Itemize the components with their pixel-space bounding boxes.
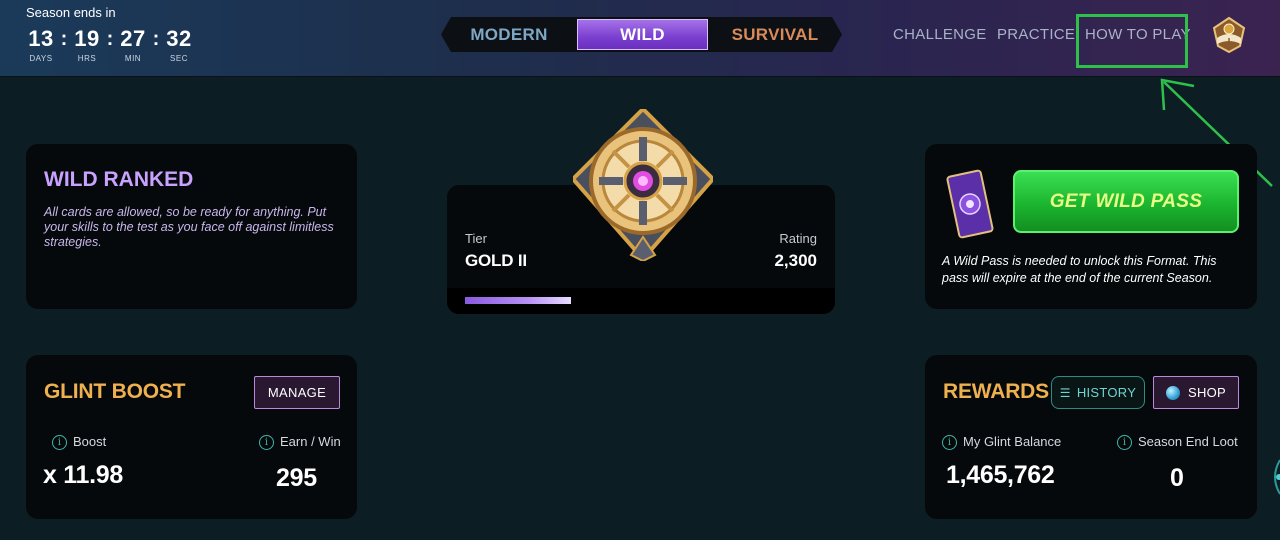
earn-per-win-value: 295 [276,464,317,492]
top-bar: Season ends in 13 DAYS : 19 HRS : 27 MIN… [0,0,1280,77]
tab-wild[interactable]: WILD [577,19,708,50]
side-decoration-icon [1274,459,1280,495]
annotation-highlight-box [1076,14,1188,68]
timer-days-value: 13 [28,26,54,51]
wild-pass-ticket-icon [946,169,994,239]
season-end-loot-value: 0 [1170,464,1184,492]
timer-minutes-label: MIN [124,54,142,63]
rewards-title: REWARDS [943,380,1049,403]
shop-button[interactable]: SHOP [1153,376,1239,409]
timer-seconds: 32 SEC [164,26,194,64]
season-end-loot-label: Season End Loot [1138,434,1238,449]
wild-pass-description: A Wild Pass is needed to unlock this For… [942,254,1217,285]
format-selector: MODERN WILD SURVIVAL [441,17,842,52]
boost-label: Boost [73,434,107,449]
history-button-label: HISTORY [1076,385,1137,400]
info-icon[interactable]: i [1117,435,1132,451]
wild-ranked-description: All cards are allowed, so be ready for a… [44,205,334,249]
timer-hours-label: HRS [77,54,97,63]
timer-seconds-label: SEC [170,54,188,63]
balance-label-row: i My Glint Balance [942,434,1062,451]
glint-orb-icon [1165,385,1180,400]
boost-label-row: i Boost [52,434,107,451]
season-ends-label: Season ends in [26,5,116,20]
tab-modern[interactable]: MODERN [457,17,561,52]
earn-per-win-label: Earn / Win [280,434,341,449]
earn-label-row: i Earn / Win [259,434,341,451]
rating-label: Rating [779,231,817,246]
tier-progress-bar [465,297,571,304]
timer-separator: : [152,28,160,50]
info-icon[interactable]: i [52,435,67,451]
boost-value: x 11.98 [43,461,123,489]
wild-pass-card: GET WILD PASS A Wild Pass is needed to u… [925,144,1257,309]
get-wild-pass-button[interactable]: GET WILD PASS [1013,170,1239,233]
wild-ranked-title: WILD RANKED [44,168,194,191]
tab-survival[interactable]: SURVIVAL [724,17,826,52]
tier-label: Tier [465,231,487,246]
glint-balance-label: My Glint Balance [963,434,1062,449]
timer-minutes-value: 27 [120,26,146,51]
avatar-emblem-icon[interactable] [1210,16,1248,54]
glint-boost-title: GLINT BOOST [44,380,186,403]
timer-separator: : [106,28,114,50]
glint-boost-card: GLINT BOOST MANAGE i Boost x 11.98 i Earn … [26,355,357,519]
timer-minutes: 27 MIN [118,26,148,64]
timer-separator: : [60,28,68,50]
loot-label-row: i Season End Loot [1117,434,1238,451]
timer-days-label: DAYS [29,54,53,63]
rank-emblem-icon [573,109,713,261]
rating-value: 2,300 [774,251,817,270]
shop-button-label: SHOP [1187,385,1227,400]
timer-hours: 19 HRS [72,26,102,64]
manage-button[interactable]: MANAGE [254,376,340,409]
info-icon[interactable]: i [942,435,957,451]
nav-practice[interactable]: PRACTICE [997,26,1075,43]
timer-days: 13 DAYS [26,26,56,64]
glint-balance-value: 1,465,762 [946,461,1055,489]
history-button[interactable]: ☰ HISTORY [1051,376,1145,409]
timer-hours-value: 19 [74,26,100,51]
info-icon[interactable]: i [259,435,274,451]
nav-challenge[interactable]: CHALLENGE [893,26,987,43]
list-icon: ☰ [1059,385,1071,400]
rewards-card: REWARDS ☰ HISTORY SHOP i My Glint Balance … [925,355,1257,519]
tier-value: GOLD II [465,251,527,270]
season-timer: 13 DAYS : 19 HRS : 27 MIN : 32 SEC [26,26,194,64]
timer-seconds-value: 32 [166,26,192,51]
wild-ranked-card: WILD RANKED All cards are allowed, so be… [26,144,357,309]
